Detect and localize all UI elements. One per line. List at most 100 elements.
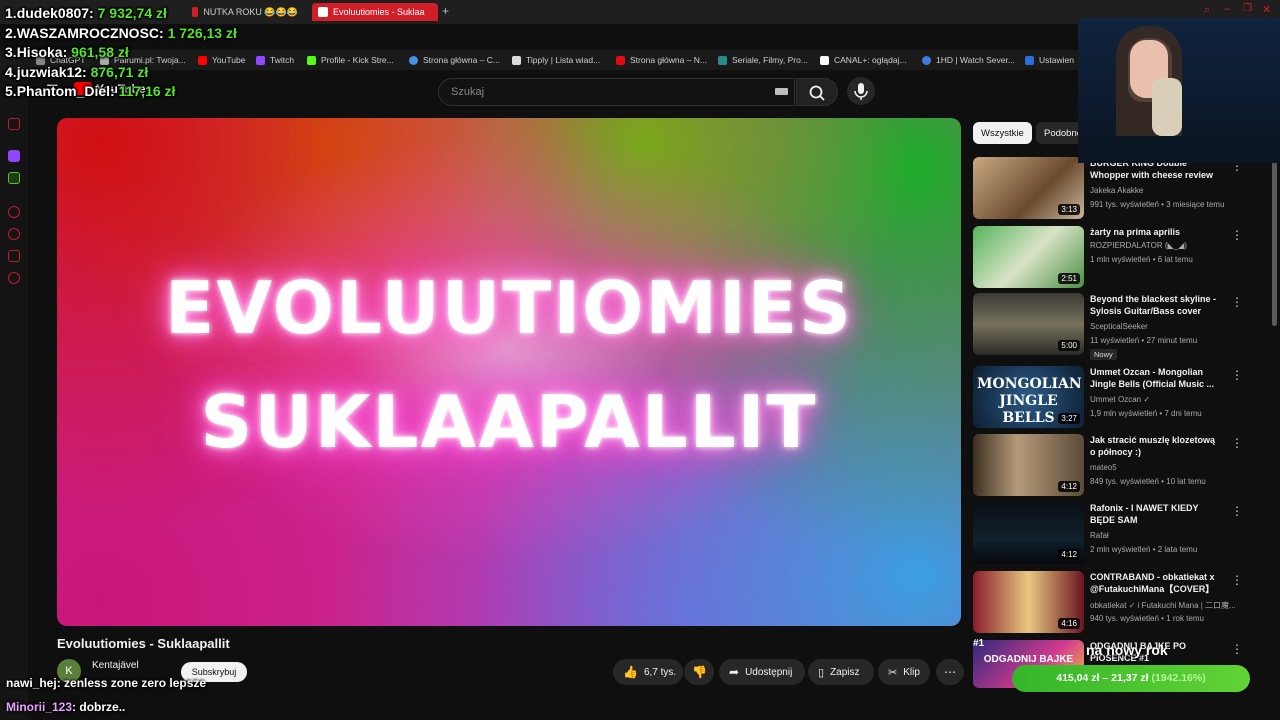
search-input[interactable]: Szukaj bbox=[438, 78, 795, 106]
recommendation-item[interactable]: 4:16 CONTRABAND - obkatiekat x @Futakuch… bbox=[973, 571, 1263, 635]
channel-label: Ummet Ozcan bbox=[1090, 395, 1142, 404]
maximize-icon[interactable]: ❐ bbox=[1243, 3, 1252, 14]
recommendation-channel: obkatiekat ✓ i Futakuchi Mana | 二口魔... bbox=[1090, 601, 1236, 610]
leaderboard-row: 1.dudek0807: 7 932,74 zł bbox=[5, 5, 237, 25]
save-button[interactable]: ▯ Zapisz bbox=[808, 659, 874, 685]
more-vertical-icon[interactable]: ⋮ bbox=[1231, 436, 1243, 450]
search-button[interactable] bbox=[796, 78, 838, 106]
twitch-icon bbox=[256, 55, 265, 65]
video-duration: 3:13 bbox=[1058, 204, 1080, 215]
leaderboard-row: 4.juzwiak12: 876,71 zł bbox=[5, 64, 237, 84]
like-button[interactable]: 👍 6,7 tys. bbox=[613, 659, 683, 685]
recommendation-meta: 11 wyświetleń • 27 minut temu bbox=[1090, 336, 1198, 345]
tab-label: Evoluutiomies - Suklaa bbox=[333, 7, 425, 17]
twitch-icon[interactable] bbox=[8, 150, 20, 162]
video-duration: 2:51 bbox=[1058, 273, 1080, 284]
video-duration: 4:12 bbox=[1058, 549, 1080, 560]
history-icon[interactable] bbox=[8, 228, 20, 240]
verified-icon: ✓ bbox=[1143, 395, 1151, 404]
donation-amount: 961,58 zł bbox=[71, 44, 129, 60]
bookmark-icon: ▯ bbox=[818, 666, 825, 679]
spotify-icon[interactable] bbox=[8, 172, 20, 184]
more-vertical-icon[interactable]: ⋮ bbox=[1231, 573, 1243, 587]
chat-text: : dobrze.. bbox=[72, 700, 126, 714]
recommendation-item[interactable]: 4:12 Jak stracić muszlę klozetową o półn… bbox=[973, 434, 1263, 498]
rank-number: 5. bbox=[5, 83, 17, 99]
video-player[interactable]: EVOLUUTIOMIES SUKLAAPALLIT bbox=[57, 118, 961, 626]
bookmark-strona-n[interactable]: Strona główna – N... bbox=[616, 53, 707, 67]
settings-gear-icon[interactable] bbox=[8, 272, 20, 284]
leaderboard-row: 5.Phantom_Diel: 117,16 zł bbox=[5, 83, 237, 103]
goal-percent: (1942.16%) bbox=[1151, 672, 1206, 684]
donor-name: WASZAMROCZNOSC: bbox=[16, 24, 164, 41]
bookmark-strona-c[interactable]: Strona główna – C... bbox=[409, 53, 500, 67]
rank-number: 3. bbox=[5, 44, 17, 60]
new-badge: Nowy bbox=[1090, 349, 1117, 360]
new-tab-icon[interactable]: + bbox=[442, 4, 449, 18]
player-icon[interactable] bbox=[8, 206, 20, 218]
streamer-hand-bottle bbox=[1152, 78, 1182, 136]
video-thumbnail: 3:13 bbox=[973, 157, 1084, 219]
recommendation-item[interactable]: 3:13 BURGER KING Double Whopper with che… bbox=[973, 157, 1263, 221]
bookmark-kick[interactable]: Profile - Kick Stre... bbox=[307, 53, 394, 67]
recommendation-meta: 2 mln wyświetleń • 2 lata temu bbox=[1090, 545, 1198, 554]
more-vertical-icon[interactable]: ⋮ bbox=[1231, 642, 1243, 656]
page-scrollbar[interactable] bbox=[1272, 150, 1277, 326]
share-label: Udostępnij bbox=[745, 666, 793, 678]
video-thumbnail: 4:12 bbox=[973, 502, 1084, 564]
seriale-icon bbox=[718, 55, 727, 65]
recommendation-item[interactable]: 5:00 Beyond the blackest skyline - Sylos… bbox=[973, 293, 1263, 360]
close-window-icon[interactable]: ✕ bbox=[1262, 3, 1271, 16]
bookmark-seriale[interactable]: Seriale, Filmy, Pro... bbox=[718, 53, 808, 67]
minimize-icon[interactable]: – bbox=[1224, 3, 1230, 15]
donation-amount: 117,16 zł bbox=[118, 83, 176, 99]
search-icon bbox=[809, 85, 825, 101]
recommendation-item[interactable]: 4:12 Rafonix - I NAWET KIEDY BĘDE SAM Ra… bbox=[973, 502, 1263, 566]
share-button[interactable]: ➦ Udostępnij bbox=[719, 659, 805, 685]
bookmark-twitch[interactable]: Twitch bbox=[256, 53, 294, 67]
bookmark-canal[interactable]: CANAL+: oglądaj... bbox=[820, 53, 907, 67]
browser-tab-active[interactable]: Evoluutiomies - Suklaa bbox=[312, 3, 438, 21]
video-thumbnail: 5:00 bbox=[973, 293, 1084, 355]
chat-username: Minorii_123 bbox=[6, 700, 73, 714]
1hd-icon bbox=[922, 55, 931, 65]
kick-icon bbox=[307, 55, 316, 65]
clip-button[interactable]: ✂ Klip bbox=[878, 659, 930, 685]
voice-search-button[interactable] bbox=[847, 77, 875, 105]
settings-icon bbox=[1025, 55, 1034, 65]
recommendation-channel: mateo5 bbox=[1090, 463, 1117, 472]
chip-all[interactable]: Wszystkie bbox=[973, 122, 1032, 144]
keyboard-icon[interactable] bbox=[775, 88, 788, 95]
bookmark-label: Twitch bbox=[270, 55, 295, 65]
sidebar-app-icon[interactable] bbox=[8, 118, 20, 130]
rank-number: 2. bbox=[5, 24, 17, 41]
video-thumbnail: MONGOLIAN JINGLE BELLS 3:27 bbox=[973, 366, 1084, 428]
more-vertical-icon[interactable]: ⋮ bbox=[1231, 295, 1243, 309]
more-vertical-icon[interactable]: ⋮ bbox=[1231, 368, 1243, 382]
video-duration: 4:12 bbox=[1058, 481, 1080, 492]
recommendation-item[interactable]: MONGOLIAN JINGLE BELLS 3:27 Ummet Ozcan … bbox=[973, 366, 1263, 430]
recommendation-item[interactable]: 2:51 żarty na prima aprilis ROZPIERDALAT… bbox=[973, 226, 1263, 290]
recommendation-title: Jak stracić muszlę klozetową o północy :… bbox=[1090, 435, 1216, 457]
more-actions-button[interactable]: ⋯ bbox=[936, 659, 964, 685]
donation-leaderboard: 1.dudek0807: 7 932,74 zł 2.WASZAMROCZNOS… bbox=[5, 5, 237, 103]
leaderboard-row: 2.WASZAMROCZNOSC: 1 726,13 zł bbox=[5, 25, 237, 45]
donation-amount: 1 726,13 zł bbox=[167, 24, 237, 41]
dislike-button[interactable]: 👎 bbox=[684, 659, 714, 685]
more-vertical-icon[interactable]: ⋮ bbox=[1231, 504, 1243, 518]
donor-name: dudek0807: bbox=[16, 5, 94, 21]
recommendation-title: CONTRABAND - obkatiekat x @FutakuchiMana… bbox=[1090, 572, 1215, 594]
rank-number: 1. bbox=[5, 5, 17, 21]
channel-name[interactable]: Kentajävel bbox=[92, 660, 139, 671]
scissors-icon: ✂ bbox=[888, 666, 898, 679]
recommendation-channel: ScepticalSeeker bbox=[1090, 322, 1148, 331]
thumbs-up-icon: 👍 bbox=[623, 665, 638, 679]
more-vertical-icon[interactable]: ⋮ bbox=[1231, 228, 1243, 242]
search-tabs-icon[interactable]: ⌕ bbox=[1204, 4, 1210, 17]
chat-username: nawi_hej bbox=[6, 676, 57, 690]
bookmark-ustawienia[interactable]: Ustawien bbox=[1025, 53, 1074, 67]
bookmark-1hd[interactable]: 1HD | Watch Sever... bbox=[922, 53, 1015, 67]
bookmark-tipply[interactable]: Tipply | Lista wiad... bbox=[512, 53, 600, 67]
video-duration: 5:00 bbox=[1058, 340, 1080, 351]
extensions-icon[interactable] bbox=[8, 250, 20, 262]
